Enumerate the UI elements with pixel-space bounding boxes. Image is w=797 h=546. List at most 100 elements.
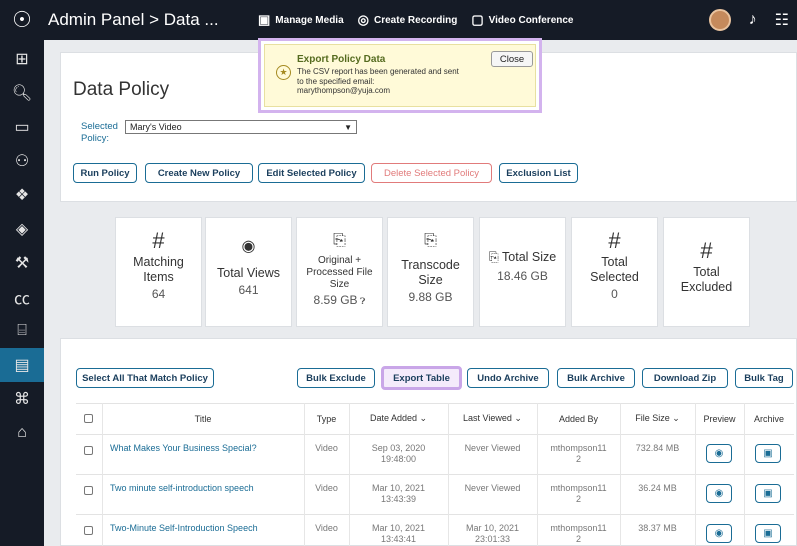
run-policy-button[interactable]: Run Policy (73, 163, 137, 183)
date-added-cell: Mar 10, 2021 13:43:39 (371, 483, 426, 504)
preview-eye-icon[interactable]: ◉ (706, 444, 732, 463)
policy-select[interactable]: Mary's Video ▼ (125, 120, 357, 134)
bulk-tag-button[interactable]: Bulk Tag (735, 368, 793, 388)
close-button[interactable]: Close (491, 51, 533, 67)
users-icon[interactable]: ⚇ (0, 144, 44, 178)
archive-icon[interactable]: ▣ (755, 444, 781, 463)
create-new-policy-button[interactable]: Create New Policy (145, 163, 253, 183)
column-header-archive: Archive (753, 413, 784, 424)
column-header-added-by[interactable]: Added By (537, 403, 620, 434)
app-logo-icon[interactable]: ☉ (0, 0, 44, 40)
download-zip-button[interactable]: Download Zip (642, 368, 728, 388)
last-viewed-cell: Never Viewed (464, 483, 521, 493)
bulk-archive-button[interactable]: Bulk Archive (557, 368, 635, 388)
row-checkbox[interactable] (84, 446, 93, 455)
drive-icon[interactable]: ⌸ (0, 314, 44, 348)
building-icon[interactable]: ⌂ (0, 416, 44, 450)
file-icon: ⎘ (424, 232, 437, 249)
monitor-icon[interactable]: ▭ (0, 110, 44, 144)
help-icon[interactable]: ❓︎ (358, 296, 365, 306)
select-all-button[interactable]: Select All That Match Policy (76, 368, 214, 388)
added-by-cell: mthompson11 2 (550, 483, 607, 504)
date-added-cell: Sep 03, 2020 19:48:00 (371, 443, 426, 464)
row-checkbox[interactable] (84, 486, 93, 495)
notification-message: The CSV report has been generated and se… (297, 67, 459, 95)
select-all-checkbox[interactable] (84, 414, 93, 423)
media-title-link[interactable]: Two-Minute Self-Introduction Speech (110, 523, 300, 534)
eye-icon: ◉ (241, 238, 256, 255)
stat-transcode-size: ⎘ Transcode Size 9.88 GB (387, 217, 474, 327)
file-icon: ⎘ (488, 250, 499, 264)
edit-selected-policy-button[interactable]: Edit Selected Policy (258, 163, 365, 183)
archive-icon[interactable]: ▣ (755, 484, 781, 503)
preview-eye-icon[interactable]: ◉ (706, 484, 732, 503)
sidebar: ⊞ 🔍︎ ▭ ⚇ ❖ ◈ ⚒ ㏄ ⌸ ▤ ⌘ ⌂ (0, 40, 44, 546)
last-viewed-cell: Never Viewed (464, 443, 521, 453)
table-border (76, 474, 794, 475)
hash-icon: # (608, 228, 621, 253)
conference-icon: ▢ (471, 12, 484, 27)
breadcrumb[interactable]: Admin Panel > Data ... (48, 10, 248, 30)
archive-icon[interactable]: ▣ (755, 524, 781, 543)
search-icon[interactable]: 🔍︎ (0, 76, 44, 110)
date-added-cell: Mar 10, 2021 13:43:41 (371, 523, 426, 544)
top-bar: ☉ Admin Panel > Data ... ▣ Manage Media ◎… (0, 0, 797, 40)
type-cell: Video (315, 483, 338, 493)
row-checkbox[interactable] (84, 526, 93, 535)
file-size-cell: 36.24 MB (638, 483, 677, 493)
captions-icon[interactable]: ㏄ (0, 280, 44, 314)
hash-icon: # (152, 228, 165, 253)
table-border (76, 514, 794, 515)
exclusion-list-button[interactable]: Exclusion List (499, 163, 578, 183)
stat-matching-items: # Matching Items 64 (115, 217, 202, 327)
media-icon: ▣ (258, 12, 271, 27)
media-title-link[interactable]: What Makes Your Business Special? (110, 443, 300, 454)
last-viewed-cell: Mar 10, 2021 23:01:33 (465, 523, 520, 544)
hash-icon: # (700, 238, 713, 263)
layers-icon[interactable]: ◈ (0, 212, 44, 246)
page-title: Data Policy (73, 79, 170, 100)
preview-eye-icon[interactable]: ◉ (706, 524, 732, 543)
manage-media-button[interactable]: ▣ Manage Media (258, 12, 344, 28)
file-size-cell: 38.37 MB (638, 523, 677, 533)
stat-total-views: ◉ Total Views 641 (205, 217, 292, 327)
integrations-icon[interactable]: ❖ (0, 178, 44, 212)
notification-title: Export Policy Data (297, 54, 386, 65)
column-header-file-size[interactable]: File Size ⌄ (620, 403, 695, 434)
export-table-button[interactable]: Export Table (381, 366, 462, 390)
video-conference-button[interactable]: ▢ Video Conference (471, 12, 573, 28)
dashboard-icon[interactable]: ⊞ (0, 42, 44, 76)
type-cell: Video (315, 523, 338, 533)
column-header-type[interactable]: Type (304, 403, 349, 434)
added-by-cell: mthompson11 2 (550, 443, 607, 464)
data-icon[interactable]: ▤ (0, 348, 44, 382)
column-header-date-added[interactable]: Date Added ⌄ (349, 403, 448, 434)
column-header-title[interactable]: Title (102, 403, 304, 434)
media-title-link[interactable]: Two minute self-introduction speech (110, 483, 300, 494)
export-notification: ★ Export Policy Data The CSV report has … (258, 38, 542, 113)
file-icon: ⎘ (333, 232, 346, 249)
create-recording-button[interactable]: ◎ Create Recording (358, 12, 458, 28)
bulk-exclude-button[interactable]: Bulk Exclude (297, 368, 375, 388)
column-header-last-viewed[interactable]: Last Viewed ⌄ (448, 403, 537, 434)
undo-archive-button[interactable]: Undo Archive (467, 368, 549, 388)
stat-file-size: ⎘ Original + Processed File Size 8.59 GB… (296, 217, 383, 327)
column-header-preview: Preview (703, 413, 736, 424)
recording-icon: ◎ (357, 12, 369, 27)
star-icon: ★ (276, 65, 291, 80)
chevron-down-icon: ▼ (344, 122, 352, 132)
tools-icon[interactable]: ⚒ (0, 246, 44, 280)
stat-total-size: ⎘ Total Size 18.46 GB (479, 217, 566, 327)
selected-policy-label: Selected Policy: (81, 121, 118, 144)
notification-email: marythompson@yuja.com (297, 86, 391, 95)
stat-total-excluded: # Total Excluded (663, 217, 750, 327)
table-border (76, 434, 794, 435)
file-size-cell: 732.84 MB (635, 443, 680, 453)
apps-grid-icon[interactable]: ☷ (775, 10, 789, 30)
devices-icon[interactable]: ⌘ (0, 382, 44, 416)
delete-selected-policy-button[interactable]: Delete Selected Policy (371, 163, 492, 183)
avatar[interactable] (708, 9, 731, 31)
type-cell: Video (315, 443, 338, 453)
added-by-cell: mthompson11 2 (550, 523, 607, 544)
bell-icon[interactable]: ♪ (749, 11, 757, 29)
